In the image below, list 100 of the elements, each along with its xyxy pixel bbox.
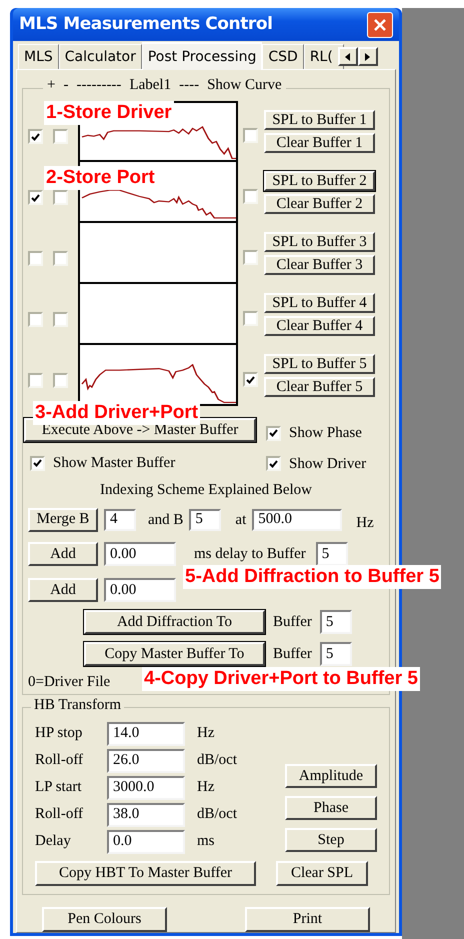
column-header: ---- <box>179 78 200 93</box>
spl-to-buffer-button[interactable]: SPL to Buffer 1 <box>264 110 375 130</box>
check-icon <box>269 460 278 468</box>
button[interactable]: Amplitude <box>285 764 377 788</box>
unit-label: dB/oct <box>197 751 237 770</box>
scroll-right-button[interactable] <box>358 47 378 66</box>
param-field[interactable]: 0.0 <box>107 830 185 854</box>
param-label: Delay <box>35 832 72 852</box>
option-label: Show Driver <box>289 454 366 474</box>
param-field[interactable]: 38.0 <box>107 802 185 826</box>
frequency-field[interactable]: 500.0 <box>252 508 342 531</box>
index-legend: 0=Driver File <box>28 674 110 690</box>
scroll-left-button[interactable] <box>338 47 358 66</box>
tab[interactable]: MLS <box>18 44 59 69</box>
indexing-note: Indexing Scheme Explained Below <box>100 481 312 500</box>
checkbox[interactable] <box>28 190 43 205</box>
spl-to-buffer-button[interactable]: SPL to Buffer 5 <box>264 354 375 374</box>
button[interactable]: Clear Buffer 3 <box>264 255 375 275</box>
param-label: LP start <box>35 778 83 798</box>
param-field[interactable]: 14.0 <box>107 722 185 746</box>
spl-to-buffer-button[interactable]: SPL to Buffer 3 <box>264 232 375 252</box>
checkbox[interactable] <box>28 373 43 388</box>
tab[interactable]: Calculator <box>58 44 142 69</box>
tab[interactable]: CSD <box>262 44 304 69</box>
annotation: 5-Add Diffraction to Buffer 5 <box>183 565 442 589</box>
button[interactable]: Add <box>28 542 98 566</box>
buffer-field[interactable]: 5 <box>189 508 222 531</box>
checkbox[interactable] <box>30 456 45 471</box>
button[interactable]: Add <box>28 578 98 602</box>
checkbox[interactable] <box>266 426 281 441</box>
param-label: Roll-off <box>35 751 84 770</box>
param-label: Roll-off <box>35 805 84 824</box>
checkbox[interactable] <box>53 129 68 144</box>
field-label: ms delay to Buffer <box>194 544 306 564</box>
right-arrow-icon <box>365 52 370 60</box>
check-icon <box>246 376 255 384</box>
close-icon <box>373 18 387 32</box>
annotation: 1-Store Driver <box>44 101 174 125</box>
button[interactable]: Clear Buffer 4 <box>264 316 375 336</box>
checkbox[interactable] <box>243 128 258 143</box>
check-icon <box>269 429 278 438</box>
button[interactable]: Merge B <box>28 508 98 532</box>
button[interactable]: Step <box>285 828 377 852</box>
checkbox[interactable] <box>53 373 68 388</box>
buffer-field[interactable]: 4 <box>104 508 136 531</box>
button[interactable]: Copy HBT To Master Buffer <box>35 861 256 886</box>
unit-label: ms <box>197 832 215 852</box>
option-label: Show Phase <box>289 424 362 443</box>
button[interactable]: Pen Colours <box>42 907 167 932</box>
unit-label: Hz <box>356 514 374 532</box>
checkbox[interactable] <box>243 189 258 204</box>
unit-label: Hz <box>197 724 214 744</box>
check-icon <box>31 194 40 202</box>
column-header: --------- <box>76 78 122 93</box>
checkbox[interactable] <box>53 251 68 266</box>
param-label: HP stop <box>35 724 84 744</box>
param-field[interactable]: 3000.0 <box>107 776 185 800</box>
column-header: Show Curve <box>207 78 282 93</box>
spl-to-buffer-button[interactable]: SPL to Buffer 2 <box>264 171 375 191</box>
close-button[interactable] <box>367 12 393 38</box>
checkbox[interactable] <box>28 129 43 144</box>
tab[interactable]: Post Processing <box>142 42 262 70</box>
delay-field[interactable]: 0.00 <box>104 542 176 566</box>
button[interactable]: Add Diffraction To <box>84 610 265 634</box>
unit-label: Hz <box>197 778 214 798</box>
checkbox[interactable] <box>243 372 258 387</box>
check-icon <box>33 459 42 468</box>
buffer-field[interactable]: 5 <box>320 610 352 634</box>
checkbox[interactable] <box>28 312 43 327</box>
field-label: and B <box>148 510 184 530</box>
button[interactable]: Clear Buffer 2 <box>264 194 375 214</box>
button[interactable]: Clear Buffer 1 <box>264 133 375 153</box>
diffraction-field[interactable]: 0.00 <box>104 578 176 602</box>
field-label: at <box>235 510 246 530</box>
checkbox[interactable] <box>266 456 281 472</box>
spl-to-buffer-button[interactable]: SPL to Buffer 4 <box>264 293 375 313</box>
checkbox[interactable] <box>53 190 68 205</box>
field-label: Buffer <box>273 644 312 664</box>
buffer-field[interactable]: 5 <box>320 642 352 666</box>
left-arrow-icon <box>345 52 350 60</box>
option-label: Show Master Buffer <box>53 454 176 473</box>
column-header: + <box>47 78 56 93</box>
annotation: 3-Add Driver+Port <box>33 401 200 425</box>
checkbox[interactable] <box>243 250 258 265</box>
unit-label: dB/oct <box>197 805 237 824</box>
checkbox[interactable] <box>243 311 258 326</box>
field-label: Buffer <box>273 612 312 632</box>
button[interactable]: Clear SPL <box>276 861 368 886</box>
column-header: - <box>63 78 68 93</box>
button[interactable]: Clear Buffer 5 <box>264 377 375 397</box>
buffer-field[interactable]: 5 <box>316 542 348 566</box>
param-field[interactable]: 26.0 <box>107 748 185 772</box>
annotation: 4-Copy Driver+Port to Buffer 5 <box>142 667 420 691</box>
check-icon <box>31 132 40 140</box>
column-header: Label1 <box>129 78 172 93</box>
checkbox[interactable] <box>53 312 68 327</box>
checkbox[interactable] <box>28 251 43 266</box>
button[interactable]: Print <box>245 907 370 932</box>
button[interactable]: Copy Master Buffer To <box>84 642 265 666</box>
button[interactable]: Phase <box>285 796 377 820</box>
